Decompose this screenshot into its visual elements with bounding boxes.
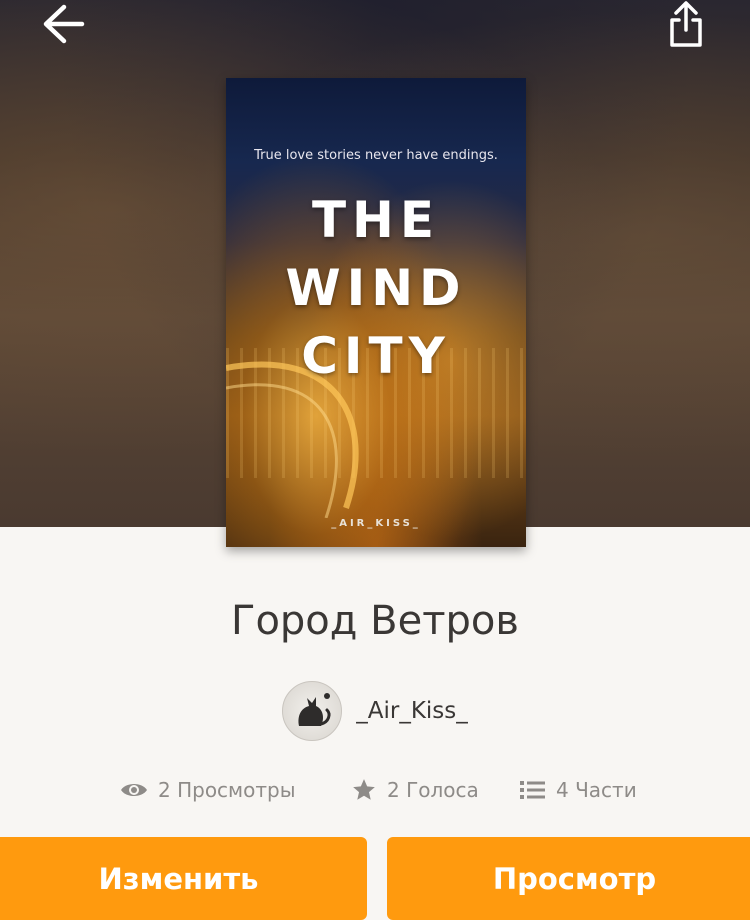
votes-count: 2 Голоса bbox=[387, 778, 479, 802]
edit-button[interactable]: Изменить bbox=[0, 837, 367, 920]
parts-stat: 4 Части bbox=[520, 775, 637, 805]
cover-title-line: CITY bbox=[301, 327, 451, 385]
author-row: _Air_Kiss_ bbox=[0, 681, 750, 741]
views-count: 2 Просмотры bbox=[158, 778, 296, 802]
share-button[interactable] bbox=[664, 0, 708, 50]
share-icon bbox=[670, 1, 702, 47]
list-icon bbox=[520, 781, 545, 799]
preview-button[interactable]: Просмотр bbox=[387, 837, 750, 920]
arrow-left-icon bbox=[43, 4, 85, 44]
cat-avatar-icon bbox=[298, 693, 331, 726]
avatar[interactable] bbox=[282, 681, 343, 741]
cover-title-line: THE bbox=[311, 191, 441, 249]
cover-title-line: WIND bbox=[285, 259, 467, 317]
star-icon bbox=[353, 779, 375, 800]
author-link[interactable]: _Air_Kiss_ bbox=[282, 681, 468, 741]
eye-icon bbox=[121, 784, 147, 796]
views-stat: 2 Просмотры bbox=[120, 775, 296, 805]
parts-count: 4 Части bbox=[556, 778, 637, 802]
cover-title: THE WIND CITY bbox=[226, 186, 526, 390]
story-title: Город Ветров bbox=[231, 598, 519, 644]
author-name[interactable]: _Air_Kiss_ bbox=[356, 698, 468, 724]
cover-tagline: True love stories never have endings. bbox=[254, 148, 498, 163]
back-button[interactable] bbox=[40, 2, 88, 46]
book-cover[interactable]: True love stories never have endings. TH… bbox=[226, 78, 526, 547]
cover-author: _AIR_KISS_ bbox=[331, 518, 421, 529]
votes-stat: 2 Голоса bbox=[351, 775, 479, 805]
